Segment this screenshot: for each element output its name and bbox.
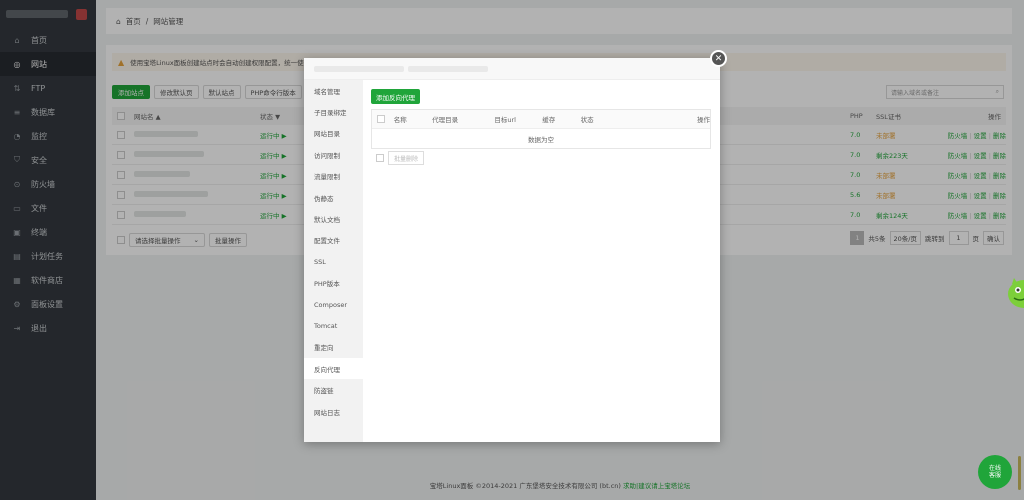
modal-title-redacted-1 <box>314 65 404 72</box>
mascot-icon[interactable] <box>1004 272 1024 312</box>
tab-13[interactable]: 反向代理 <box>304 358 363 380</box>
site-settings-modal: 域名管理 子目录绑定 网站目录 访问限制 流量限制 伪静态 默认文档 配置文件 SSL PHP版本… <box>304 58 720 442</box>
tab-4[interactable]: 流量限制 <box>304 166 363 187</box>
tab-12[interactable]: 重定向 <box>304 337 363 358</box>
proxy-col-0: 名称 <box>393 116 407 124</box>
tab-9[interactable]: PHP版本 <box>304 273 363 294</box>
tab-2[interactable]: 网站目录 <box>304 123 363 144</box>
proxy-batch-checkbox[interactable] <box>376 154 384 162</box>
proxy-batch: 批量删除 <box>376 151 425 165</box>
tab-10[interactable]: Composer <box>304 294 363 315</box>
modal-tab-list: 域名管理 子目录绑定 网站目录 访问限制 流量限制 伪静态 默认文档 配置文件 SSL PHP版本… <box>304 80 363 442</box>
add-reverse-proxy-button[interactable]: 添加反向代理 <box>371 89 420 104</box>
scrollbar[interactable] <box>1018 456 1021 490</box>
proxy-col-2: 目标url <box>494 116 516 124</box>
tab-8[interactable]: SSL <box>304 251 363 272</box>
tab-5[interactable]: 伪静态 <box>304 187 363 208</box>
proxy-col-3: 缓存 <box>542 116 556 124</box>
online-support-line2: 客服 <box>988 472 1001 479</box>
proxy-table: 名称 代理目录 目标url 缓存 状态 操作 数据为空 <box>371 109 711 149</box>
proxy-select-all-checkbox[interactable] <box>377 115 385 123</box>
tab-7[interactable]: 配置文件 <box>304 230 363 251</box>
modal-title <box>304 58 720 80</box>
proxy-col-5: 操作 <box>697 116 710 124</box>
tab-3[interactable]: 访问限制 <box>304 144 363 165</box>
proxy-table-empty: 数据为空 <box>528 135 554 144</box>
proxy-col-4: 状态 <box>580 116 594 124</box>
reverse-proxy-panel: 添加反向代理 名称 代理目录 目标url 缓存 状态 操作 数据为空 批量删除 <box>363 80 720 442</box>
tab-1[interactable]: 子目录绑定 <box>304 101 363 122</box>
tab-6[interactable]: 默认文档 <box>304 208 363 229</box>
online-support-line1: 在线 <box>988 464 1001 472</box>
tab-0[interactable]: 域名管理 <box>304 80 363 101</box>
modal-close-button[interactable]: ✕ <box>710 50 727 67</box>
modal-title-redacted-2 <box>408 65 488 72</box>
tab-14[interactable]: 防盗链 <box>304 379 363 400</box>
batch-delete-button[interactable]: 批量删除 <box>388 151 425 165</box>
proxy-table-header: 名称 代理目录 目标url 缓存 状态 操作 <box>372 110 710 129</box>
tab-11[interactable]: Tomcat <box>304 315 363 336</box>
tab-15[interactable]: 网站日志 <box>304 401 363 422</box>
online-support-button[interactable]: 在线 客服 <box>978 455 1012 489</box>
proxy-col-1: 代理目录 <box>432 116 459 124</box>
